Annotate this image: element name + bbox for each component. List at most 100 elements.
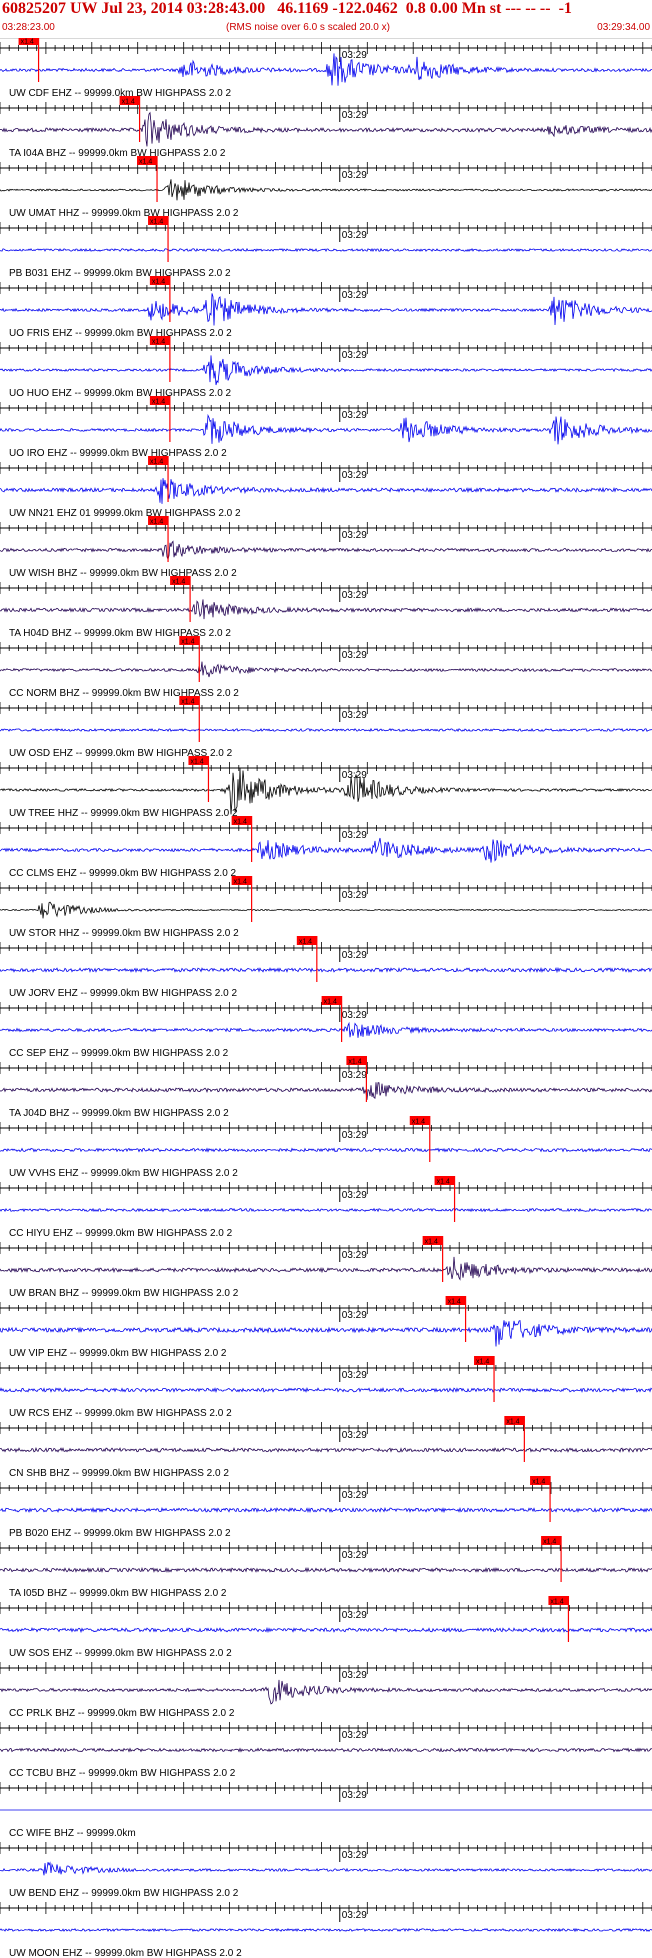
start-time: 03:28:23.00 <box>2 22 55 33</box>
trace-row: 03:29 x1.4 UW WISH BHZ -- 99999.0km BW HIG… <box>0 516 652 579</box>
pick-label: x1.4 <box>324 999 337 1006</box>
trace-row: 03:29 x1.4 CC NORM BHZ -- 99999.0km BW HIG… <box>0 636 652 699</box>
trace-row: 03:29 x1.4 UW BRAN BHZ -- 99999.0km BW HIG… <box>0 1236 652 1299</box>
minute-label: 03:29 <box>342 1730 367 1741</box>
pick-label: x1.4 <box>299 939 312 946</box>
minute-label: 03:29 <box>342 950 367 961</box>
station-label: UW VVHS EHZ -- 99999.0km BW HIGHPASS 2.0… <box>9 1168 238 1179</box>
station-label: CC NORM BHZ -- 99999.0km BW HIGHPASS 2.0… <box>9 688 239 699</box>
pick-label: x1.4 <box>190 759 203 766</box>
pick-label: x1.4 <box>550 1599 563 1606</box>
trace-row: 03:29x1.4UW OSD EHZ -- 99999.0km BW HIGH… <box>0 696 652 759</box>
station-label: TA I05D BHZ -- 99999.0km BW HIGHPASS 2.0… <box>9 1588 227 1599</box>
pick-label: x1.4 <box>448 1299 461 1306</box>
waveform <box>0 599 652 620</box>
trace-row: 03:29 x1.4 PB B031 EHZ -- 99999.0km BW HIG… <box>0 216 652 279</box>
station-label: PB B020 EHZ -- 99999.0km BW HIGHPASS 2.0… <box>9 1528 231 1539</box>
pick-label: x1.4 <box>150 459 163 466</box>
waveform <box>0 1927 652 1933</box>
station-label: UW VIP EHZ -- 99999.0km BW HIGHPASS 2.0 … <box>9 1348 227 1359</box>
waveform <box>0 413 652 445</box>
trace-row: 03:29 x1.4 UW VVHS EHZ -- 99999.0km BW HIG… <box>0 1116 652 1179</box>
minute-label: 03:29 <box>342 1910 367 1921</box>
station-label: UW BRAN BHZ -- 99999.0km BW HIGHPASS 2.0… <box>9 1288 239 1299</box>
pick-label: x1.4 <box>139 159 152 166</box>
trace-row: 03:29 x1.4 UW TREE HHZ -- 99999.0km BW HIG… <box>0 756 652 819</box>
scaling-note: (RMS noise over 6.0 s scaled 20.0 x) <box>226 22 390 33</box>
trace-row: 03:29 x1.4 TA J04D BHZ -- 99999.0km BW HIG… <box>0 1056 652 1119</box>
minute-label: 03:29 <box>342 470 367 481</box>
station-label: CC TCBU BHZ -- 99999.0km BW HIGHPASS 2.0… <box>9 1768 236 1779</box>
minute-label: 03:29 <box>342 650 367 661</box>
minute-label: 03:29 <box>342 1550 367 1561</box>
trace-row: 03:29 x1.4 UW NN21 EHZ 01 99999.0km BW HIG… <box>0 456 652 519</box>
event-title: 60825207 UW Jul 23, 2014 03:28:43.00 46.… <box>2 0 572 17</box>
waveform <box>0 247 652 253</box>
minute-label: 03:29 <box>342 170 367 181</box>
pick-label: x1.4 <box>181 639 194 646</box>
waveform <box>0 1320 652 1347</box>
trace-row: 03:29 x1.4 UO IRO EHZ -- 99999.0km BW HIGH… <box>0 396 652 459</box>
station-label: TA J04D BHZ -- 99999.0km BW HIGHPASS 2.0… <box>9 1108 229 1119</box>
station-label: CC SEP EHZ -- 99999.0km BW HIGHPASS 2.0 … <box>9 1048 229 1059</box>
waveform <box>0 1256 652 1281</box>
seismogram-plot: 03:29x1.4UW CDF EHZ -- 99999.0km BW HIGH… <box>0 38 652 1958</box>
trace-row: 03:29 UW BEND EHZ -- 99999.0km BW HIGHPAS… <box>0 1842 652 1899</box>
waveform <box>0 1447 652 1453</box>
station-label: UO HUO EHZ -- 99999.0km BW HIGHPASS 2.0 … <box>9 388 232 399</box>
record-header: 60825207 UW Jul 23, 2014 03:28:43.00 46.… <box>0 0 652 39</box>
minute-label: 03:29 <box>342 1070 367 1081</box>
trace-row: 03:29x1.4TA H04D BHZ -- 99999.0km BW HIG… <box>0 576 652 639</box>
minute-label: 03:29 <box>342 830 367 841</box>
pick-label: x1.4 <box>425 1239 438 1246</box>
waveform <box>0 901 652 919</box>
minute-label: 03:29 <box>342 1610 367 1621</box>
waveform <box>0 478 652 504</box>
waveform <box>0 540 652 561</box>
minute-label: 03:29 <box>342 1310 367 1321</box>
station-label: CC WIFE BHZ -- 99999.0km <box>9 1828 136 1839</box>
waveform <box>0 661 652 678</box>
minute-label: 03:29 <box>342 530 367 541</box>
trace-row: 03:29 x1.4 CC CLMS EHZ -- 99999.0km BW HIG… <box>0 816 652 879</box>
waveform <box>0 1387 652 1394</box>
trace-row: 03:29 x1.4 UO FRIS EHZ -- 99999.0km BW HIG… <box>0 276 652 339</box>
trace-row: 03:29 x1.4 UW RCS EHZ -- 99999.0km BW HIGH… <box>0 1356 652 1419</box>
minute-label: 03:29 <box>342 50 367 61</box>
trace-row: 03:29 CC WIFE BHZ -- 99999.0km <box>0 1782 652 1839</box>
station-label: UW JORV EHZ -- 99999.0km BW HIGHPASS 2.0… <box>9 988 237 999</box>
waveform <box>0 1207 652 1213</box>
minute-label: 03:29 <box>342 1430 367 1441</box>
trace-row: 03:29 x1.4 UW JORV EHZ -- 99999.0km BW HIG… <box>0 936 652 999</box>
pick-label: x1.4 <box>234 879 247 886</box>
trace-row: 03:29 x1.4 CC HIYU EHZ -- 99999.0km BW HIG… <box>0 1176 652 1239</box>
waveform <box>0 1747 652 1753</box>
trace-row: 03:29 x1.4 TA I05D BHZ -- 99999.0km BW HIG… <box>0 1536 652 1599</box>
minute-label: 03:29 <box>342 410 367 421</box>
pick-label: x1.4 <box>21 39 34 46</box>
minute-label: 03:29 <box>342 1010 367 1021</box>
trace-row: 03:29 x1.4 UW STOR HHZ -- 99999.0km BW HIG… <box>0 876 652 939</box>
station-label: UO IRO EHZ -- 99999.0km BW HIGHPASS 2.0 … <box>9 448 227 459</box>
minute-label: 03:29 <box>342 1370 367 1381</box>
trace-row: 03:29 x1.4 UO HUO EHZ -- 99999.0km BW HIGH… <box>0 336 652 399</box>
station-label: TA I04A BHZ -- 99999.0km BW HIGHPASS 2.0… <box>9 148 226 159</box>
waveform <box>0 1626 652 1634</box>
station-label: UW NN21 EHZ 01 99999.0km BW HIGHPASS 2.0… <box>9 508 241 519</box>
minute-label: 03:29 <box>342 1790 367 1801</box>
minute-label: 03:29 <box>342 1130 367 1141</box>
pick-label: x1.4 <box>412 1119 425 1126</box>
minute-label: 03:29 <box>342 1250 367 1261</box>
waveform <box>0 837 652 863</box>
station-label: UW MOON EHZ -- 99999.0km BW HIGHPASS 2.0… <box>9 1948 242 1958</box>
station-label: UW WISH BHZ -- 99999.0km BW HIGHPASS 2.0… <box>9 568 237 579</box>
pick-label: x1.4 <box>476 1359 489 1366</box>
pick-label: x1.4 <box>437 1179 450 1186</box>
waveform <box>0 1861 652 1876</box>
waveform <box>0 727 652 732</box>
minute-label: 03:29 <box>342 890 367 901</box>
minute-label: 03:29 <box>342 590 367 601</box>
station-label: UO FRIS EHZ -- 99999.0km BW HIGHPASS 2.0… <box>9 328 232 339</box>
minute-label: 03:29 <box>342 1190 367 1201</box>
station-label: UW STOR HHZ -- 99999.0km BW HIGHPASS 2.0… <box>9 928 239 939</box>
